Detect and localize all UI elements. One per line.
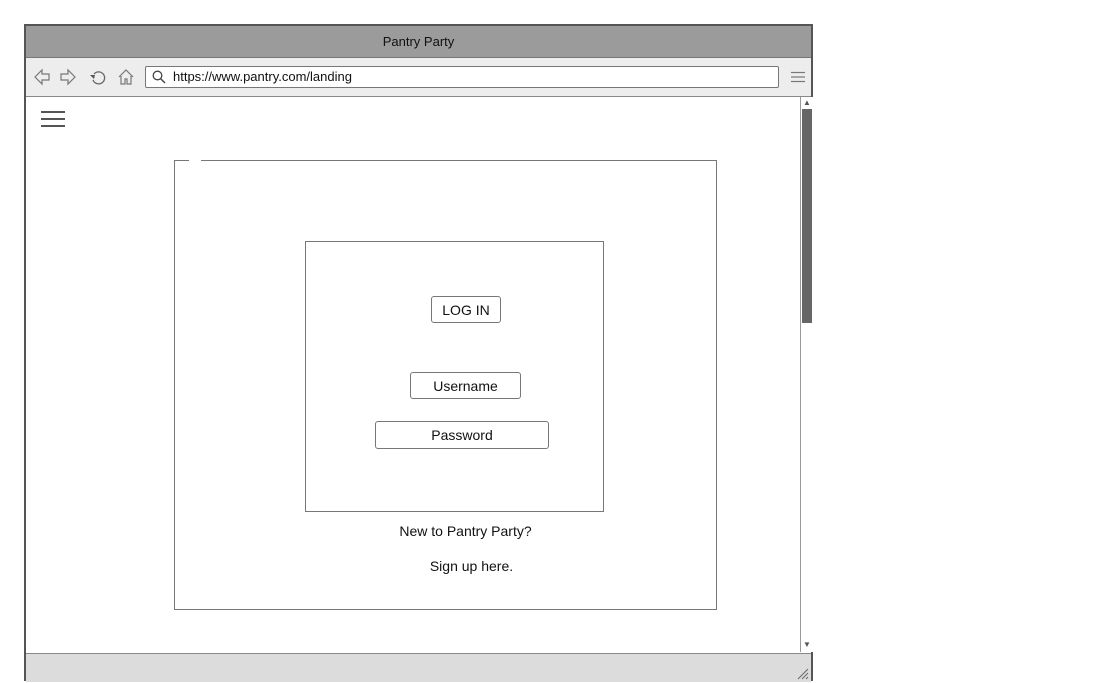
scroll-up-arrow-icon[interactable]: ▲ [802, 98, 812, 108]
window-title: Pantry Party [382, 34, 455, 49]
menu-icon[interactable] [788, 67, 808, 87]
scroll-down-arrow-icon[interactable]: ▼ [802, 640, 812, 650]
page-content: LOG IN New to Pantry Party? Sign up here… [26, 97, 800, 652]
panel-tab-gap [189, 159, 201, 162]
browser-window: Pantry Party https://www.pantry.com/land… [24, 24, 813, 682]
hamburger-menu-icon[interactable] [41, 111, 67, 131]
back-arrow-icon[interactable] [32, 67, 52, 87]
password-field[interactable] [375, 421, 549, 449]
address-bar[interactable]: https://www.pantry.com/landing [145, 66, 779, 88]
signup-prompt: New to Pantry Party? [399, 523, 532, 539]
username-field[interactable] [410, 372, 521, 399]
scroll-thumb[interactable] [802, 109, 812, 323]
status-bar [26, 653, 811, 682]
title-bar: Pantry Party [26, 26, 811, 58]
login-button[interactable]: LOG IN [431, 296, 501, 323]
reload-icon[interactable] [88, 67, 108, 87]
forward-arrow-icon[interactable] [58, 67, 78, 87]
vertical-scrollbar[interactable]: ▲ ▼ [800, 97, 813, 652]
home-icon[interactable] [116, 67, 136, 87]
url-text: https://www.pantry.com/landing [173, 69, 352, 84]
search-icon [152, 70, 166, 84]
resize-grip-icon[interactable] [797, 668, 809, 680]
landing-panel: LOG IN New to Pantry Party? Sign up here… [174, 159, 717, 610]
browser-toolbar: https://www.pantry.com/landing [26, 58, 811, 97]
login-form: LOG IN [305, 241, 604, 512]
signup-link[interactable]: Sign up here. [175, 558, 716, 574]
